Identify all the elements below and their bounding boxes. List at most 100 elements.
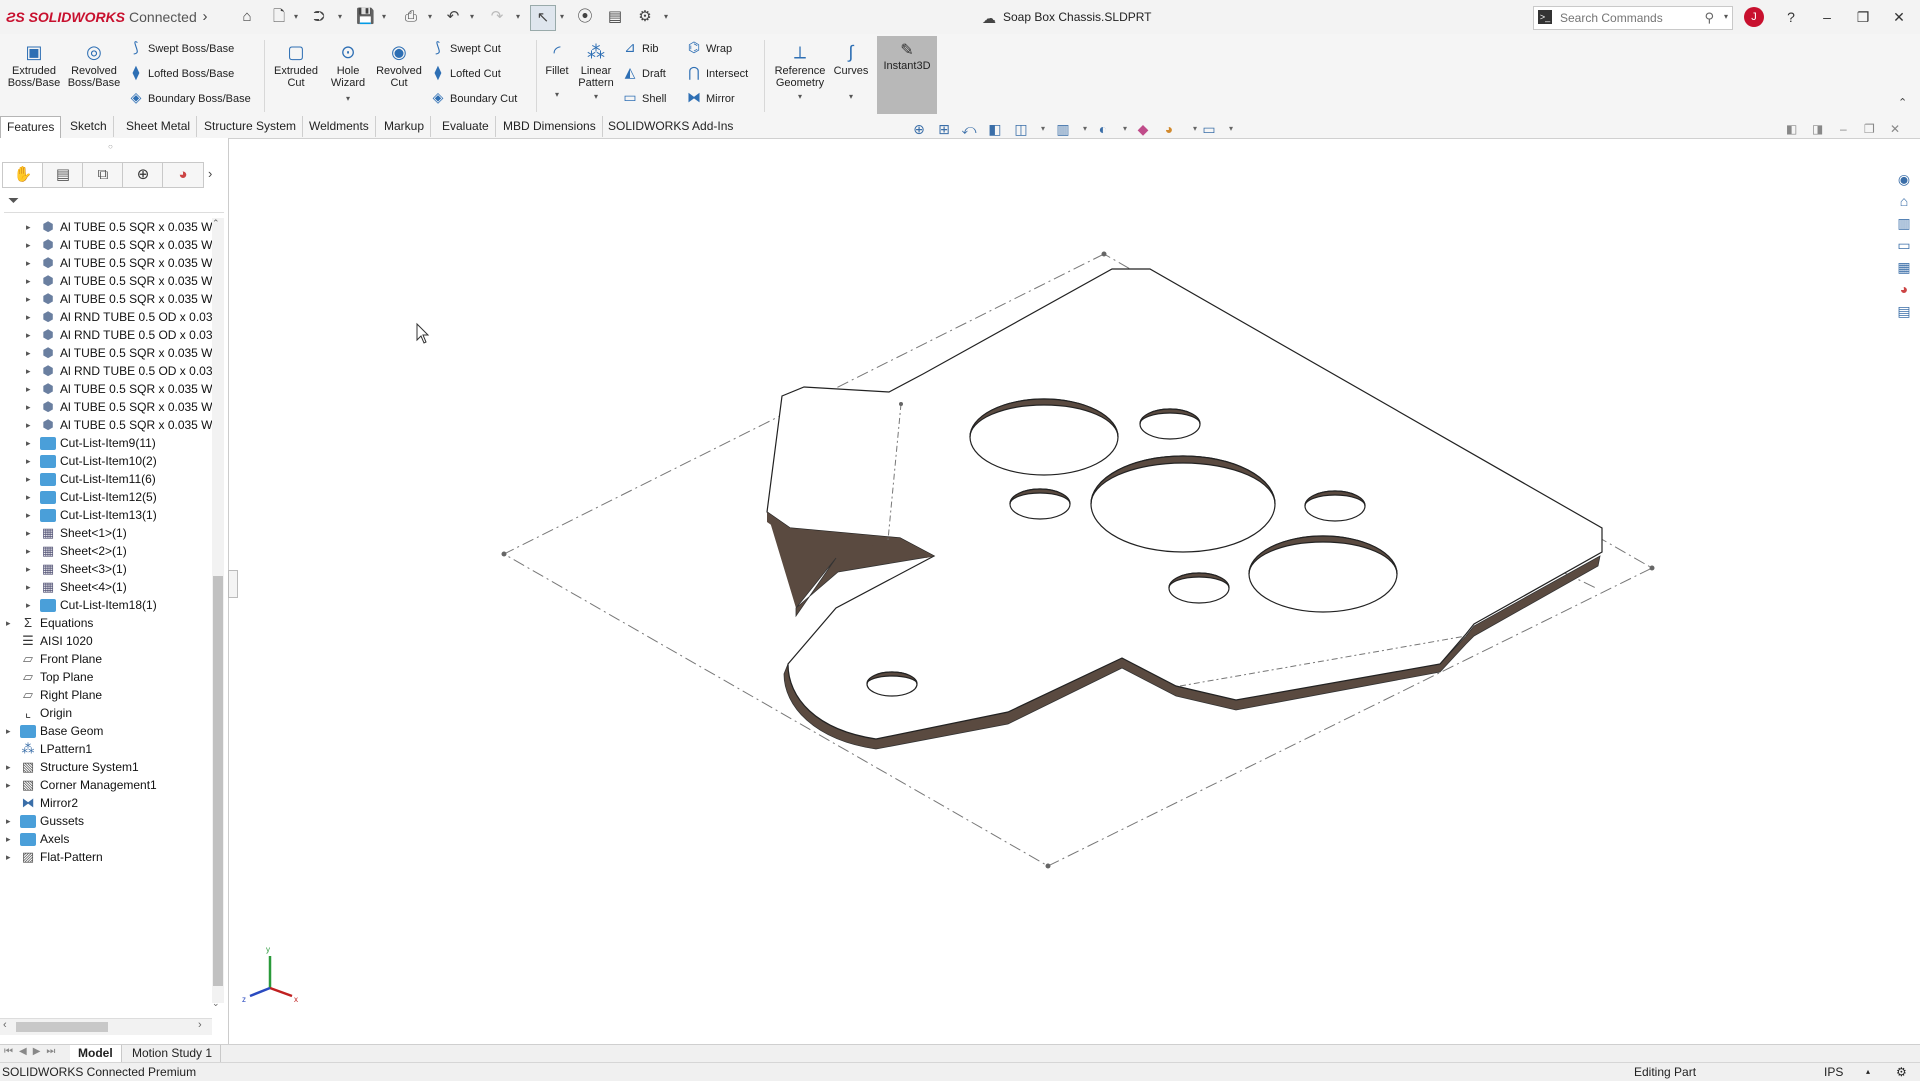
extruded-boss-button[interactable]: ▣ Extruded Boss/Base (6, 42, 62, 89)
fillet-dropdown-icon[interactable]: ▾ (540, 89, 574, 101)
tab-structure-system[interactable]: Structure System (198, 116, 304, 137)
tab-motion-study-1[interactable]: Motion Study 1 (124, 1045, 222, 1062)
tab-markup[interactable]: Markup (378, 116, 432, 137)
viewport-restore-icon[interactable]: ❐ (1864, 122, 1875, 136)
tree-vertical-scrollbar[interactable]: ⌃ ⌄ (212, 218, 224, 1008)
view-orientation-icon[interactable]: ▥ (1054, 120, 1072, 138)
select-cursor-icon[interactable]: ↖ (530, 5, 556, 31)
options-dropdown-icon[interactable]: ▾ (664, 12, 668, 21)
search-commands-input[interactable] (1558, 7, 1712, 29)
units-dropdown-icon[interactable]: ▴ (1866, 1063, 1870, 1081)
edit-appearance-icon[interactable]: ◕ (1160, 120, 1178, 138)
intersect-button[interactable]: ⋂ Intersect (686, 63, 748, 81)
home-icon[interactable]: ⌂ (238, 8, 256, 26)
viewport-minimize-icon[interactable]: – (1840, 122, 1847, 136)
custom-properties-icon[interactable]: ▤ (1893, 300, 1915, 322)
revolved-cut-button[interactable]: ◉ Revolved Cut (374, 42, 424, 89)
viewport-right-icon[interactable]: ◨ (1812, 122, 1823, 136)
tab-evaluate[interactable]: Evaluate (436, 116, 496, 137)
display-dropdown-icon[interactable]: ▾ (1116, 120, 1134, 138)
tab-weldments[interactable]: Weldments (303, 116, 376, 137)
reference-geometry-button[interactable]: ⟂ Reference Geometry ▾ (770, 42, 830, 103)
view-dropdown-icon[interactable]: ▾ (1034, 120, 1052, 138)
reference-geometry-dropdown-icon[interactable]: ▾ (770, 91, 830, 103)
open-dropdown-icon[interactable]: ▾ (338, 12, 342, 21)
search-commands-box[interactable]: >_ ⚲ ▾ (1533, 6, 1733, 30)
viewport-close-icon[interactable]: ✕ (1890, 122, 1900, 136)
status-units[interactable]: IPS (1824, 1063, 1843, 1081)
scroll-right-icon[interactable]: › (198, 1019, 202, 1031)
user-avatar[interactable]: J (1744, 7, 1764, 27)
tab-mbd-dimensions[interactable]: MBD Dimensions (497, 116, 603, 137)
viewport-left-icon[interactable]: ◧ (1786, 122, 1797, 136)
tree-hscroll-thumb[interactable] (16, 1022, 108, 1032)
panel-grip-icon[interactable]: ○ (108, 142, 113, 151)
search-dropdown-icon[interactable]: ▾ (1724, 12, 1728, 21)
options-gear-icon[interactable]: ⚙ (636, 8, 654, 26)
new-dropdown-icon[interactable]: ▾ (294, 12, 298, 21)
instant3d-button[interactable]: ✎ Instant3D (877, 36, 937, 114)
property-manager-tab-icon[interactable]: ▤ (42, 162, 84, 188)
save-dropdown-icon[interactable]: ▾ (382, 12, 386, 21)
extruded-cut-button[interactable]: ▢ Extruded Cut (270, 42, 322, 89)
boundary-boss-button[interactable]: ◈ Boundary Boss/Base (128, 88, 251, 106)
tree-horizontal-scrollbar[interactable]: ‹ › (0, 1018, 212, 1035)
file-properties-icon[interactable]: ▤ (606, 8, 624, 26)
design-library-icon[interactable]: ▥ (1893, 212, 1915, 234)
dimxpert-manager-tab-icon[interactable]: ⊕ (122, 162, 164, 188)
linear-pattern-button[interactable]: ⁂ Linear Pattern ▾ (576, 42, 616, 103)
view-settings-icon[interactable]: ▭ (1200, 120, 1218, 138)
search-icon[interactable]: ⚲ (1704, 10, 1714, 26)
scroll-up-icon[interactable]: ⌃ (212, 218, 220, 229)
curves-dropdown-icon[interactable]: ▾ (832, 91, 870, 103)
shell-button[interactable]: ▭ Shell (622, 88, 666, 106)
task-pane-home-icon[interactable]: ⌂ (1893, 190, 1915, 212)
settings-dropdown-icon[interactable]: ▾ (1222, 120, 1240, 138)
scroll-down-icon[interactable]: ⌄ (212, 998, 220, 1009)
scroll-left-icon[interactable]: ‹ (3, 1019, 7, 1031)
display-manager-tab-icon[interactable]: ◕ (162, 162, 204, 188)
new-document-icon[interactable]: 🗋 (270, 8, 288, 26)
tree-scroll-thumb[interactable] (213, 576, 223, 986)
save-icon[interactable]: 💾 (356, 8, 375, 26)
configuration-manager-tab-icon[interactable]: ⧉ (82, 162, 124, 188)
traffic-light-icon[interactable]: ⦿ (576, 8, 594, 26)
tab-features[interactable]: Features (0, 116, 62, 138)
file-explorer-icon[interactable]: ▭ (1893, 234, 1915, 256)
tab-model[interactable]: Model (70, 1045, 122, 1062)
undo-icon[interactable]: ↶ (444, 8, 462, 26)
linear-pattern-dropdown-icon[interactable]: ▾ (576, 91, 616, 103)
mirror-button[interactable]: ⧓ Mirror (686, 88, 735, 106)
swept-boss-button[interactable]: ⟆ Swept Boss/Base (128, 38, 234, 56)
tab-solidworks-add-ins[interactable]: SOLIDWORKS Add-Ins (602, 116, 739, 137)
more-tabs-chevron-icon[interactable]: › (208, 166, 212, 181)
hole-wizard-dropdown-icon[interactable]: ▾ (324, 93, 372, 105)
undo-dropdown-icon[interactable]: ▾ (470, 12, 474, 21)
print-icon[interactable]: ⎙ (402, 8, 420, 26)
swept-cut-button[interactable]: ⟆ Swept Cut (430, 38, 500, 56)
expand-arrow-icon[interactable]: ▸ (6, 612, 18, 634)
expand-arrow-icon[interactable]: ▸ (6, 774, 18, 796)
fillet-button[interactable]: ◜ Fillet ▾ (540, 42, 574, 101)
appearances-icon[interactable]: ◕ (1893, 278, 1915, 300)
expand-arrow-icon[interactable]: ▸ (6, 720, 18, 742)
open-icon[interactable]: ⮊ (310, 8, 328, 26)
redo-icon[interactable]: ↷ (488, 8, 506, 26)
expand-arrow-icon[interactable]: ▸ (6, 846, 18, 868)
zoom-to-area-icon[interactable]: ⊞ (935, 120, 953, 138)
dynamic-annotation-icon[interactable]: ◫ (1012, 120, 1030, 138)
section-view-icon[interactable]: ◧ (986, 120, 1004, 138)
view-palette-icon[interactable]: ▦ (1893, 256, 1915, 278)
tab-sheet-metal[interactable]: Sheet Metal (120, 116, 198, 137)
previous-view-icon[interactable]: ⤺ (960, 120, 978, 138)
print-dropdown-icon[interactable]: ▾ (428, 12, 432, 21)
select-dropdown-icon[interactable]: ▾ (560, 12, 564, 21)
graphics-area[interactable]: y x z (236, 138, 1892, 1044)
expand-arrow-icon[interactable]: ▸ (26, 594, 38, 616)
close-icon[interactable]: ✕ (1884, 6, 1914, 28)
solidworks-resources-icon[interactable]: ◉ (1893, 168, 1915, 190)
lofted-boss-button[interactable]: ⧫ Lofted Boss/Base (128, 63, 235, 81)
help-icon[interactable]: ? (1776, 6, 1806, 28)
app-logo[interactable]: ƧS SOLIDWORKS Connected (6, 9, 197, 25)
menu-expand-icon[interactable]: › (196, 8, 214, 26)
